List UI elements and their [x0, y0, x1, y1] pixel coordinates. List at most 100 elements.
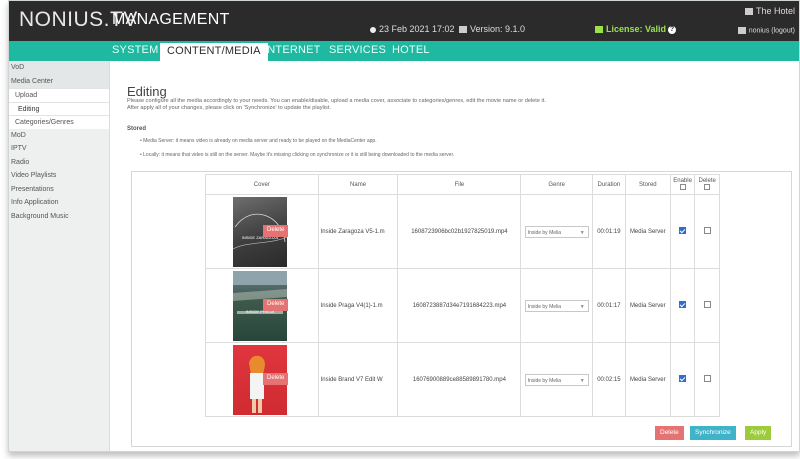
tab-content-media[interactable]: CONTENT/MEDIA	[160, 43, 268, 61]
media-duration: 00:01:17	[592, 268, 626, 343]
version-display: Version: 9.1.0	[459, 24, 525, 34]
genre-select[interactable]: Inside by Melia ▼	[524, 373, 589, 386]
sidebar-item-editing[interactable]: Editing	[9, 101, 109, 115]
media-file: 1608723887d34e7191684223.mp4	[397, 268, 522, 343]
tab-services[interactable]: SERVICES	[329, 44, 386, 56]
tab-hotel[interactable]: HOTEL	[392, 44, 430, 56]
delete-checkbox[interactable]	[703, 227, 711, 234]
sidebar-item-categories-genres[interactable]: Categories/Genres	[9, 115, 109, 129]
app-title: MANAGEMENT	[112, 11, 230, 28]
cover-artwork-body	[250, 373, 264, 399]
chevron-down-icon: ▼	[579, 303, 585, 310]
user-menu[interactable]: nonius (logout)	[737, 27, 795, 34]
media-stored: Media Server	[624, 342, 671, 417]
media-file: 16076900889ce88589891780.mp4	[397, 342, 522, 417]
apply-button[interactable]: Apply	[745, 426, 772, 440]
clock-icon	[370, 26, 376, 33]
delete-cover-button[interactable]: Delete	[263, 225, 289, 237]
delete-checkbox[interactable]	[703, 375, 711, 382]
cover-artwork-leg	[258, 399, 262, 413]
license-status: License: Valid?	[595, 24, 677, 34]
main-nav: SYSTEM CONTENT/MEDIA INTERNET SERVICES H…	[9, 41, 799, 61]
genre-select[interactable]: Inside by Melia ▼	[524, 299, 589, 312]
sidebar-item-info-application[interactable]: Info Application	[9, 196, 109, 210]
hotel-text: The Hotel	[755, 6, 795, 16]
media-stored: Media Server	[624, 268, 671, 343]
page-description-sync: After apply all of your changes, please …	[127, 105, 331, 111]
server-icon	[459, 26, 467, 34]
tab-internet[interactable]: INTERNET	[264, 44, 321, 56]
table-header-row: Cover Name File Genre Duration Stored En…	[205, 174, 720, 195]
col-genre: Genre	[520, 174, 594, 195]
media-table: Cover Name File Genre Duration Stored En…	[205, 174, 720, 417]
table-row: Delete Inside Brand V7 Edit W 1607690088…	[205, 342, 720, 417]
col-file: File	[397, 174, 522, 195]
user-icon	[737, 27, 746, 34]
media-file: 1608723906bc02b1927825019.mp4	[397, 194, 522, 269]
delete-button[interactable]: Delete	[655, 426, 684, 440]
genre-select[interactable]: Inside by Melia ▼	[524, 225, 589, 238]
date-text: 23 Feb 2021 17:02	[379, 24, 455, 34]
media-duration: 00:02:15	[592, 342, 626, 417]
cover-artwork-sky	[233, 271, 287, 285]
enable-cell	[669, 268, 696, 343]
hotel-name: The Hotel	[744, 6, 795, 16]
sidebar-item-vod[interactable]: VoD	[9, 61, 109, 75]
chevron-down-icon: ▼	[579, 229, 585, 236]
enable-cell	[669, 342, 696, 417]
genre-value: Inside by Melia	[527, 229, 562, 236]
cover-cell: INSIDE ZARAGOZA Delete	[205, 194, 319, 269]
help-icon[interactable]: ?	[668, 25, 677, 34]
cover-artwork-leg	[252, 399, 256, 413]
delete-checkbox[interactable]	[703, 301, 711, 308]
sidebar-item-upload[interactable]: Upload	[9, 88, 109, 102]
sidebar-item-mod[interactable]: MoD	[9, 129, 109, 143]
sidebar-item-video-playlists[interactable]: Video Playlists	[9, 169, 109, 183]
genre-value: Inside by Melia	[527, 377, 562, 384]
delete-cell	[694, 194, 720, 269]
media-duration: 00:01:19	[592, 194, 626, 269]
enable-all-checkbox[interactable]	[679, 183, 686, 190]
chevron-down-icon: ▼	[579, 377, 585, 384]
main-content: Editing Please configure all the media a…	[110, 61, 799, 451]
media-name[interactable]: Inside Brand V7 Edit W	[317, 342, 399, 417]
delete-all-checkbox[interactable]	[704, 183, 711, 190]
delete-cell	[694, 268, 720, 343]
media-stored: Media Server	[624, 194, 671, 269]
cover-cell: INSIDE PRAGA Delete	[205, 268, 319, 343]
genre-cell: Inside by Melia ▼	[520, 268, 594, 343]
genre-cell: Inside by Melia ▼	[520, 342, 594, 417]
col-delete: Delete	[694, 174, 720, 195]
media-name[interactable]: Inside Zaragoza V5-1.m	[317, 194, 399, 269]
enable-cell	[669, 194, 696, 269]
date-display: 23 Feb 2021 17:02	[370, 24, 455, 34]
delete-cover-button[interactable]: Delete	[263, 373, 289, 385]
enable-checkbox[interactable]	[679, 375, 687, 382]
stored-legend-locally: • Locally: it means that video is still …	[140, 152, 455, 158]
sidebar-item-iptv[interactable]: IPTV	[9, 142, 109, 156]
version-text: Version: 9.1.0	[470, 24, 526, 34]
sidebar-item-background-music[interactable]: Background Music	[9, 210, 109, 224]
sidebar-item-media-center[interactable]: Media Center	[9, 74, 109, 88]
col-name: Name	[317, 174, 399, 195]
license-icon	[595, 26, 603, 34]
enable-checkbox[interactable]	[679, 301, 687, 308]
hotel-icon	[744, 8, 753, 16]
app-window: NONIUS.TV MANAGEMENT 23 Feb 2021 17:02 V…	[8, 0, 800, 452]
media-name[interactable]: Inside Praga V4(1)-1.m	[317, 268, 399, 343]
stored-legend-title: Stored	[127, 126, 147, 132]
synchronize-button[interactable]: Synchronize	[690, 426, 736, 440]
tab-system[interactable]: SYSTEM	[112, 44, 158, 56]
genre-cell: Inside by Melia ▼	[520, 194, 594, 269]
delete-cover-button[interactable]: Delete	[263, 299, 289, 311]
page-title: Editing	[127, 84, 167, 99]
license-text: License: Valid	[606, 24, 667, 34]
top-bar: NONIUS.TV MANAGEMENT 23 Feb 2021 17:02 V…	[9, 1, 799, 41]
col-enable: Enable	[669, 174, 696, 195]
enable-checkbox[interactable]	[679, 227, 687, 234]
user-text[interactable]: nonius (logout)	[749, 27, 795, 34]
page-description: Please configure all the media according…	[127, 98, 546, 104]
col-cover: Cover	[205, 174, 319, 195]
sidebar-item-presentations[interactable]: Presentations	[9, 183, 109, 197]
sidebar-item-radio[interactable]: Radio	[9, 156, 109, 170]
